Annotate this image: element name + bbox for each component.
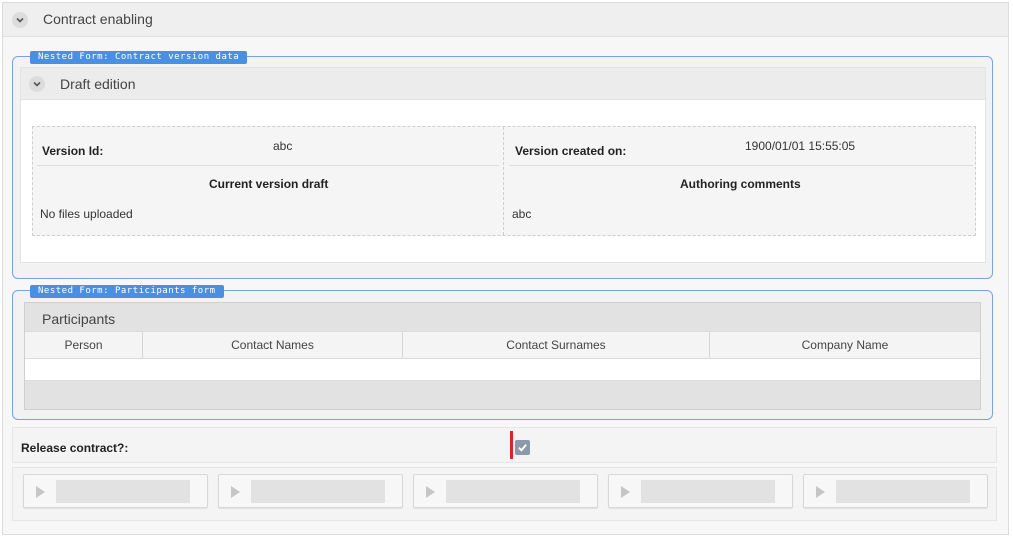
button-label-placeholder bbox=[836, 480, 970, 503]
button-label-placeholder bbox=[56, 480, 190, 503]
authoring-comments-value: abc bbox=[512, 207, 532, 221]
nested-form-contract-version: Draft edition Version Id: abc Current ve… bbox=[12, 56, 993, 279]
chevron-down-icon[interactable] bbox=[12, 12, 28, 28]
divider bbox=[509, 165, 973, 166]
created-on-label: Version created on: bbox=[515, 144, 627, 158]
nested-form-tag: Nested Form: Participants form bbox=[30, 285, 224, 298]
nested-form-tag: Nested Form: Contract version data bbox=[30, 51, 248, 64]
column-header-contact-surnames[interactable]: Contact Surnames bbox=[403, 332, 710, 358]
chevron-down-icon[interactable] bbox=[29, 76, 45, 92]
play-icon bbox=[36, 486, 45, 498]
divider bbox=[37, 165, 499, 166]
column-divider bbox=[503, 127, 504, 235]
draft-edition-title: Draft edition bbox=[60, 76, 136, 92]
draft-edition-body: Version Id: abc Current version draft No… bbox=[21, 100, 985, 262]
grid-body bbox=[25, 359, 980, 381]
action-button-row bbox=[12, 467, 997, 521]
check-icon bbox=[518, 444, 527, 452]
release-contract-row: Release contract?: bbox=[12, 427, 997, 463]
release-contract-label: Release contract?: bbox=[21, 441, 129, 455]
current-draft-label: Current version draft bbox=[209, 177, 329, 191]
required-marker bbox=[510, 431, 513, 459]
section-title: Contract enabling bbox=[43, 11, 153, 27]
draft-edition-panel: Draft edition Version Id: abc Current ve… bbox=[20, 67, 986, 263]
button-label-placeholder bbox=[641, 480, 775, 503]
version-id-label: Version Id: bbox=[42, 144, 104, 158]
participants-grid: Participants Person Contact Names Contac… bbox=[24, 302, 981, 410]
authoring-comments-label: Authoring comments bbox=[680, 177, 801, 191]
action-button-3[interactable] bbox=[413, 474, 598, 508]
play-icon bbox=[816, 486, 825, 498]
section-header[interactable]: Contract enabling bbox=[3, 3, 1008, 37]
play-icon bbox=[426, 486, 435, 498]
button-label-placeholder bbox=[251, 480, 385, 503]
column-header-contact-names[interactable]: Contact Names bbox=[143, 332, 403, 358]
action-button-5[interactable] bbox=[803, 474, 988, 508]
participants-grid-title: Participants bbox=[42, 311, 116, 327]
created-on-value: 1900/01/01 15:55:05 bbox=[745, 139, 856, 153]
action-button-2[interactable] bbox=[218, 474, 403, 508]
draft-edition-header[interactable]: Draft edition bbox=[21, 68, 985, 100]
version-id-value: abc bbox=[273, 139, 293, 153]
button-label-placeholder bbox=[446, 480, 580, 503]
column-header-company-name[interactable]: Company Name bbox=[710, 332, 980, 358]
nested-form-participants: Participants Person Contact Names Contac… bbox=[12, 290, 993, 420]
release-contract-checkbox[interactable] bbox=[515, 440, 530, 455]
action-button-4[interactable] bbox=[608, 474, 793, 508]
play-icon bbox=[621, 486, 630, 498]
grid-header-row: Person Contact Names Contact Surnames Co… bbox=[25, 331, 980, 359]
action-button-1[interactable] bbox=[23, 474, 208, 508]
current-draft-value: No files uploaded bbox=[40, 207, 133, 221]
draft-fields-container: Version Id: abc Current version draft No… bbox=[32, 126, 976, 236]
play-icon bbox=[231, 486, 240, 498]
column-header-person[interactable]: Person bbox=[25, 332, 143, 358]
